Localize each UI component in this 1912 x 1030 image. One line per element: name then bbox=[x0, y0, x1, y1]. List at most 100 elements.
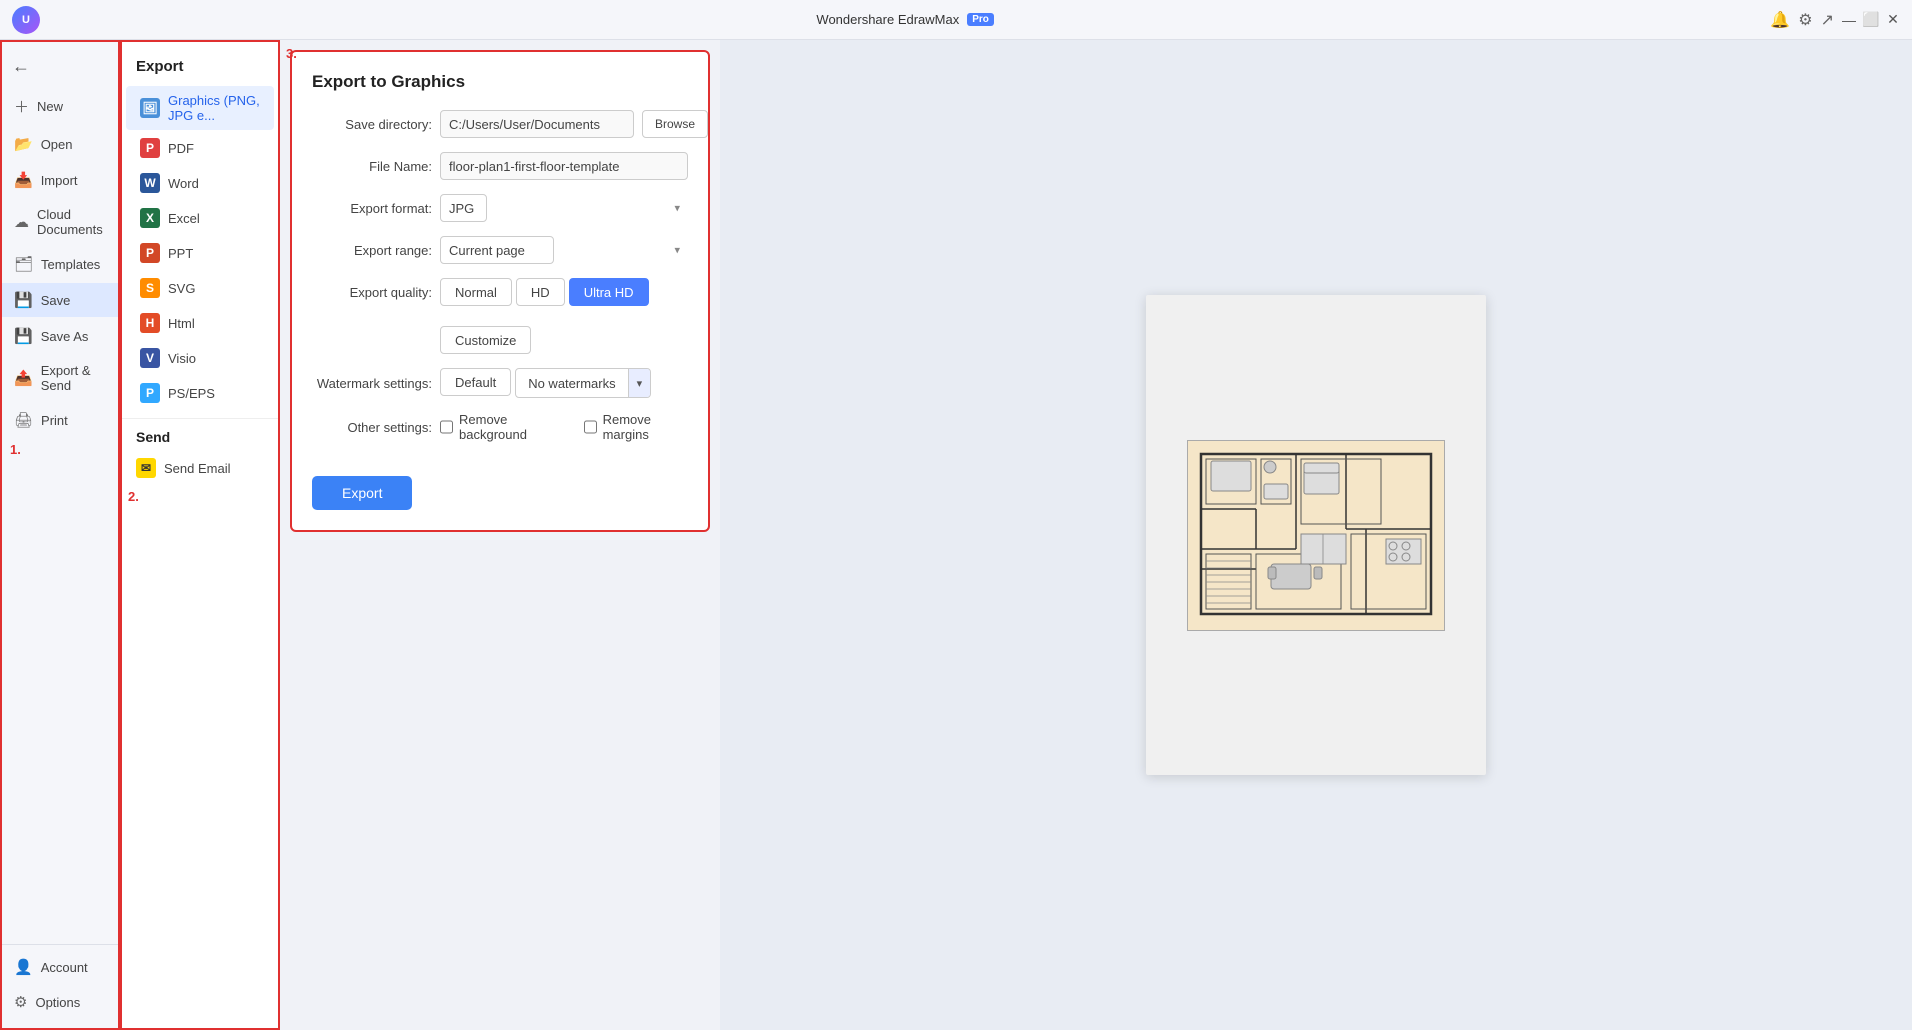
export-sidebar: Export 🖼 Graphics (PNG, JPG e... P PDF W… bbox=[120, 40, 280, 1030]
graphics-icon: 🖼 bbox=[140, 98, 160, 118]
watermark-selected: No watermarks ▾ bbox=[515, 368, 651, 398]
nav-account[interactable]: 👤 Account bbox=[2, 950, 118, 984]
send-email[interactable]: ✉ Send Email bbox=[122, 451, 278, 485]
user-avatar: U bbox=[12, 6, 40, 34]
nav-options-label: Options bbox=[35, 995, 80, 1010]
watermark-default-btn[interactable]: Default bbox=[440, 368, 511, 396]
save-directory-label: Save directory: bbox=[312, 117, 432, 132]
print-icon: 🖨 bbox=[14, 411, 33, 429]
file-name-label: File Name: bbox=[312, 159, 432, 174]
svg-icon: S bbox=[140, 278, 160, 298]
word-label: Word bbox=[168, 176, 199, 191]
export-item-visio[interactable]: V Visio bbox=[126, 341, 274, 375]
import-icon: 📥 bbox=[14, 171, 33, 189]
title-bar-right: 🔔 ⚙ ↗ — ⬜ ✕ bbox=[1770, 10, 1900, 30]
other-settings-checkboxes: Remove background Remove margins bbox=[440, 412, 688, 442]
file-name-row: File Name: bbox=[312, 152, 688, 180]
quality-hd-btn[interactable]: HD bbox=[516, 278, 565, 306]
floor-plan-svg bbox=[1196, 449, 1436, 619]
excel-icon: X bbox=[140, 208, 160, 228]
customize-button[interactable]: Customize bbox=[440, 326, 531, 354]
remove-margins-input[interactable] bbox=[584, 420, 597, 434]
nav-new[interactable]: ＋ New bbox=[2, 88, 118, 125]
export-item-word[interactable]: W Word bbox=[126, 166, 274, 200]
back-button[interactable]: ← bbox=[2, 50, 118, 83]
new-icon: ＋ bbox=[14, 96, 29, 117]
export-item-svg[interactable]: S SVG bbox=[126, 271, 274, 305]
export-btn-row: Export bbox=[312, 456, 688, 510]
nav-bottom: 👤 Account ⚙ Options bbox=[2, 944, 118, 1020]
remove-margins-checkbox[interactable]: Remove margins bbox=[584, 412, 688, 442]
pdf-icon: P bbox=[140, 138, 160, 158]
main-layout: ← ＋ New 📂 Open 📥 Import ☁ Cloud Document… bbox=[0, 40, 1912, 1030]
nav-open[interactable]: 📂 Open bbox=[2, 127, 118, 161]
visio-icon: V bbox=[140, 348, 160, 368]
no-watermarks-label: No watermarks bbox=[516, 369, 628, 397]
word-icon: W bbox=[140, 173, 160, 193]
export-form-panel: 3. Export to Graphics Save directory: Br… bbox=[290, 50, 710, 532]
html-label: Html bbox=[168, 316, 195, 331]
ppt-icon: P bbox=[140, 243, 160, 263]
export-item-ps[interactable]: P PS/EPS bbox=[126, 376, 274, 410]
nav-export-send[interactable]: 📤 Export & Send bbox=[2, 355, 118, 401]
templates-icon: 🗂 bbox=[14, 255, 33, 273]
save-icon: 💾 bbox=[14, 291, 33, 309]
pro-badge: Pro bbox=[967, 13, 994, 26]
remove-background-checkbox[interactable]: Remove background bbox=[440, 412, 564, 442]
export-quality-row: Export quality: Normal HD Ultra HD Custo… bbox=[312, 278, 688, 354]
other-settings-label: Other settings: bbox=[312, 420, 432, 435]
export-quality-label: Export quality: bbox=[312, 285, 432, 300]
nav-account-label: Account bbox=[41, 960, 88, 975]
title-bar: U Wondershare EdrawMax Pro 🔔 ⚙ ↗ — ⬜ ✕ bbox=[0, 0, 1912, 40]
nav-save-as-label: Save As bbox=[41, 329, 89, 344]
save-directory-input[interactable] bbox=[440, 110, 634, 138]
file-name-input[interactable] bbox=[440, 152, 688, 180]
save-as-icon: 💾 bbox=[14, 327, 33, 345]
watermark-dropdown-arrow[interactable]: ▾ bbox=[629, 369, 651, 397]
nav-templates-label: Templates bbox=[41, 257, 100, 272]
account-icon: 👤 bbox=[14, 958, 33, 976]
export-range-select[interactable]: Current page All pages Selected objects bbox=[440, 236, 554, 264]
toolbar-icon-grid[interactable]: ⚙ bbox=[1798, 10, 1812, 30]
toolbar-icon-share[interactable]: ↗ bbox=[1821, 10, 1834, 30]
nav-import[interactable]: 📥 Import bbox=[2, 163, 118, 197]
title-bar-left: U bbox=[12, 6, 40, 34]
watermark-label: Watermark settings: bbox=[312, 376, 432, 391]
save-directory-row: Save directory: Browse bbox=[312, 110, 688, 138]
nav-new-label: New bbox=[37, 99, 63, 114]
toolbar-icon-bell[interactable]: 🔔 bbox=[1770, 10, 1790, 30]
cloud-icon: ☁ bbox=[14, 213, 29, 231]
export-item-graphics[interactable]: 🖼 Graphics (PNG, JPG e... bbox=[126, 86, 274, 130]
nav-save[interactable]: 💾 Save bbox=[2, 283, 118, 317]
nav-print[interactable]: 🖨 Print bbox=[2, 403, 118, 437]
email-label: Send Email bbox=[164, 461, 230, 476]
export-item-ppt[interactable]: P PPT bbox=[126, 236, 274, 270]
quality-normal-btn[interactable]: Normal bbox=[440, 278, 512, 306]
export-button[interactable]: Export bbox=[312, 476, 412, 510]
nav-import-label: Import bbox=[41, 173, 78, 188]
export-send-icon: 📤 bbox=[14, 369, 33, 387]
nav-save-as[interactable]: 💾 Save As bbox=[2, 319, 118, 353]
export-range-select-wrap: Current page All pages Selected objects bbox=[440, 236, 688, 264]
nav-templates[interactable]: 🗂 Templates bbox=[2, 247, 118, 281]
ps-label: PS/EPS bbox=[168, 386, 215, 401]
excel-label: Excel bbox=[168, 211, 200, 226]
browse-button[interactable]: Browse bbox=[642, 110, 708, 138]
export-item-html[interactable]: H Html bbox=[126, 306, 274, 340]
remove-background-input[interactable] bbox=[440, 420, 453, 434]
export-title: Export bbox=[122, 54, 278, 85]
watermark-group: Default No watermarks ▾ bbox=[440, 368, 651, 398]
quality-ultra-hd-btn[interactable]: Ultra HD bbox=[569, 278, 649, 306]
export-format-select[interactable]: JPG PNG BMP TIFF SVG bbox=[440, 194, 487, 222]
maximize-button[interactable]: ⬜ bbox=[1864, 13, 1878, 27]
preview-page bbox=[1146, 295, 1486, 775]
other-settings-row: Other settings: Remove background Remove… bbox=[312, 412, 688, 442]
nav-cloud[interactable]: ☁ Cloud Documents bbox=[2, 199, 118, 245]
minimize-button[interactable]: — bbox=[1842, 13, 1856, 27]
export-range-row: Export range: Current page All pages Sel… bbox=[312, 236, 688, 264]
nav-options[interactable]: ⚙ Options bbox=[2, 985, 118, 1019]
close-button[interactable]: ✕ bbox=[1886, 13, 1900, 27]
export-item-pdf[interactable]: P PDF bbox=[126, 131, 274, 165]
export-item-excel[interactable]: X Excel bbox=[126, 201, 274, 235]
quality-group: Normal HD Ultra HD bbox=[440, 278, 649, 306]
